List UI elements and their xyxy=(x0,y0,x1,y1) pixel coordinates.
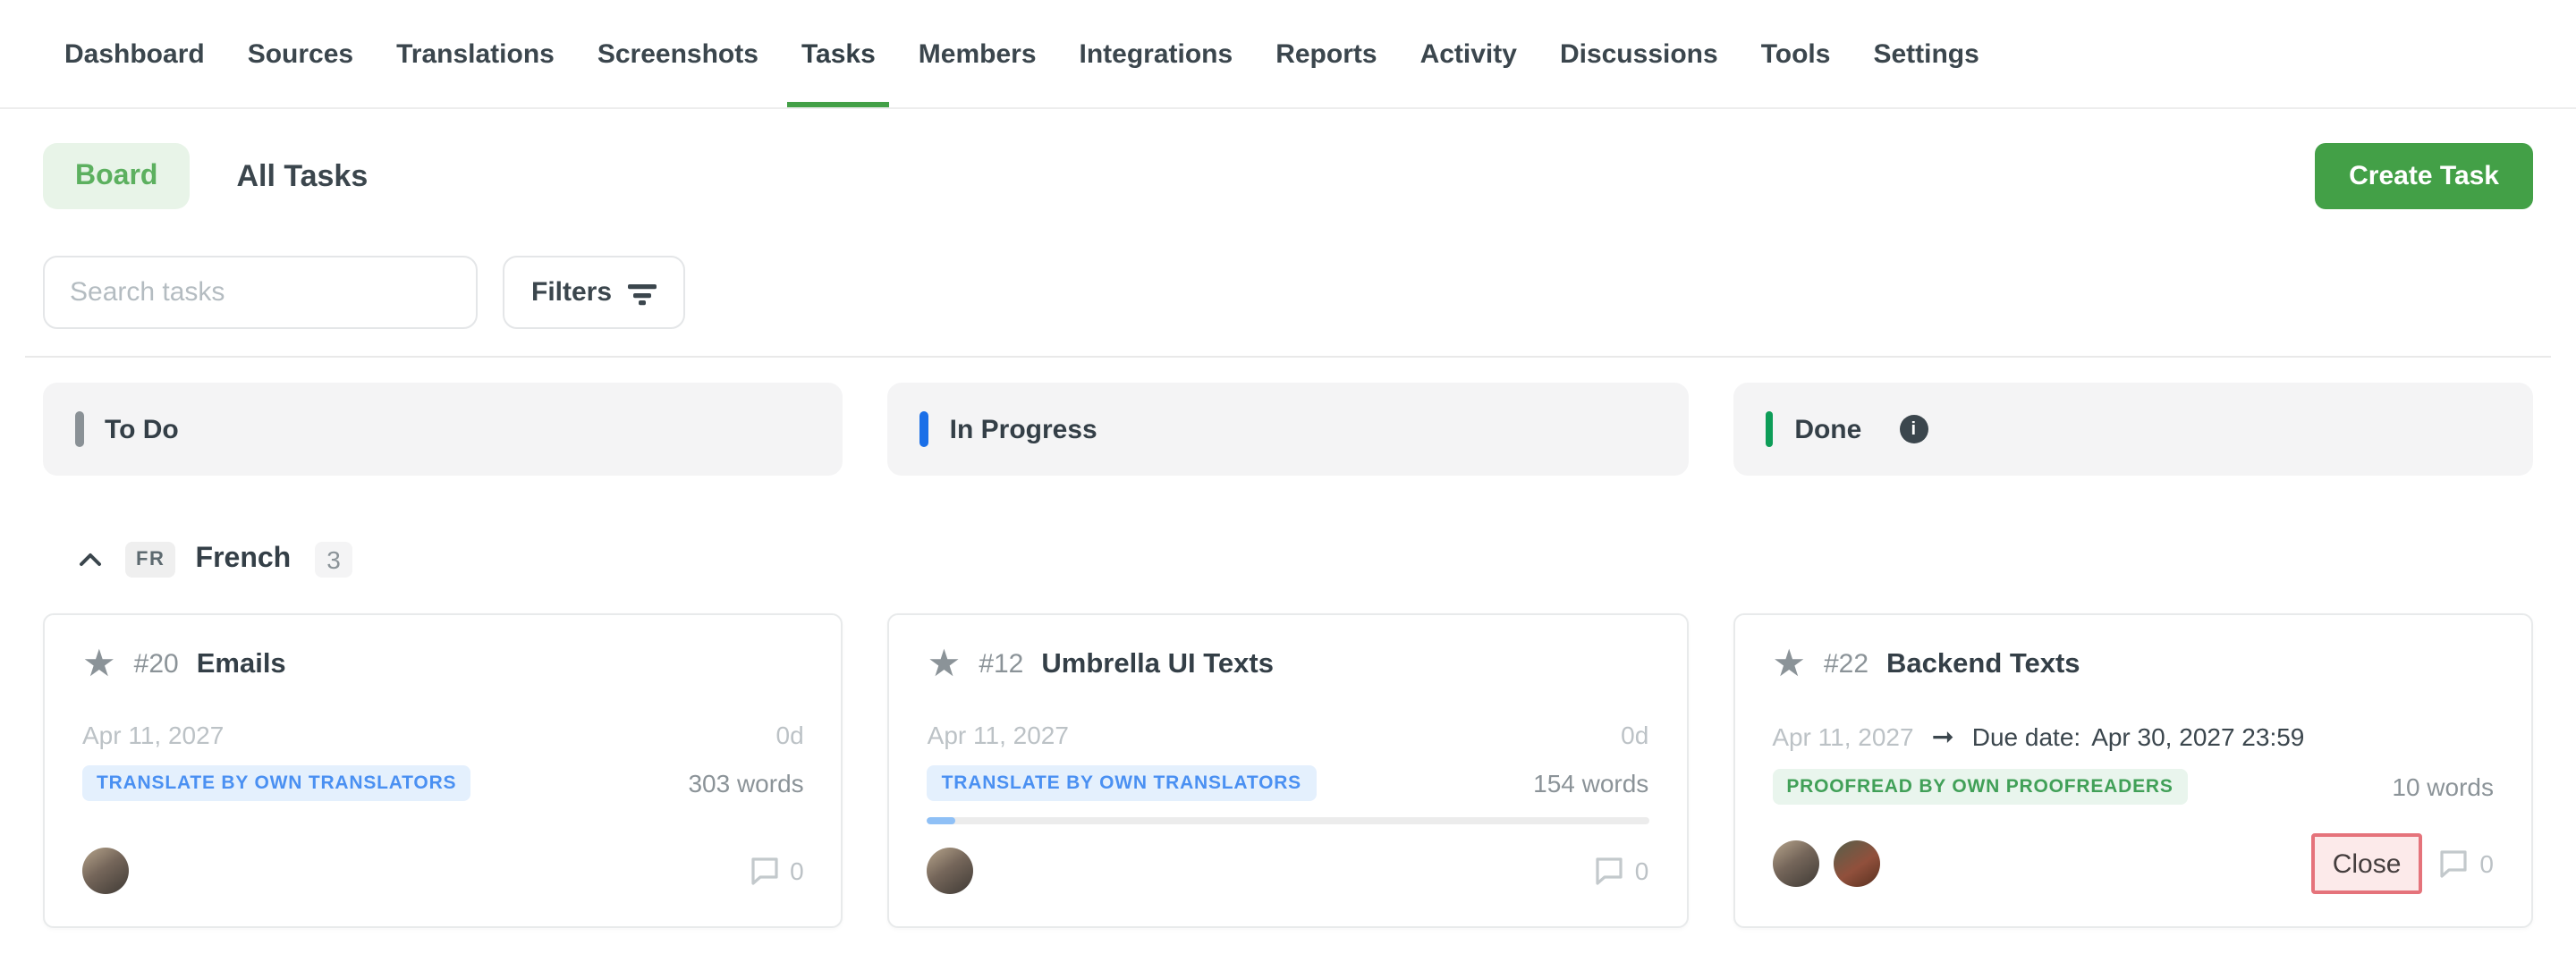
tab-tasks[interactable]: Tasks xyxy=(801,0,876,107)
assignee-avatars xyxy=(82,848,129,894)
progress-bar xyxy=(928,817,1649,824)
due-date-label: Due date: xyxy=(1972,722,2080,751)
task-title[interactable]: Emails xyxy=(197,648,286,680)
card-tag-row: TRANSLATE BY OWN TRANSLATORS 154 words xyxy=(928,765,1649,801)
task-id: #20 xyxy=(134,649,179,679)
column-in-progress: In Progress xyxy=(888,383,1689,476)
tab-integrations[interactable]: Integrations xyxy=(1080,0,1233,107)
filters-button[interactable]: Filters xyxy=(503,256,685,329)
section-divider xyxy=(25,356,2551,358)
assignee-avatar[interactable] xyxy=(1833,840,1879,887)
comment-bubble-icon xyxy=(2438,849,2469,878)
word-count: 154 words xyxy=(1533,769,1648,798)
done-color-bar xyxy=(1765,411,1773,447)
tab-discussions[interactable]: Discussions xyxy=(1560,0,1718,107)
tab-translations[interactable]: Translations xyxy=(396,0,555,107)
due-date-value: Apr 30, 2027 23:59 xyxy=(2091,722,2304,751)
all-tasks-view-toggle[interactable]: All Tasks xyxy=(236,158,368,194)
card-footer: Close 0 xyxy=(1772,833,2494,894)
comment-count: 0 xyxy=(790,857,804,885)
comment-bubble-icon xyxy=(1594,857,1624,885)
assignee-avatar[interactable] xyxy=(82,848,129,894)
card-tag-row: PROOFREAD BY OWN PROOFREADERS 10 words xyxy=(1772,769,2494,805)
comments-control[interactable]: 0 xyxy=(749,857,804,885)
card-date-row: Apr 11, 2027 0d xyxy=(82,721,804,749)
task-id: #12 xyxy=(979,649,1023,679)
task-type-badge: PROOFREAD BY OWN PROOFREADERS xyxy=(1772,769,2187,805)
star-icon[interactable]: ★ xyxy=(82,646,116,683)
column-headers: To Do In Progress Done i xyxy=(43,383,2533,476)
task-title[interactable]: Umbrella UI Texts xyxy=(1041,648,1274,680)
in-progress-color-bar xyxy=(920,411,928,447)
start-date: Apr 11, 2027 xyxy=(1772,722,1913,751)
start-date: Apr 11, 2027 xyxy=(82,721,224,749)
comment-count: 0 xyxy=(1635,857,1649,885)
tab-activity[interactable]: Activity xyxy=(1420,0,1517,107)
tab-dashboard[interactable]: Dashboard xyxy=(64,0,205,107)
start-date: Apr 11, 2027 xyxy=(928,721,1069,749)
done-info-icon[interactable]: i xyxy=(1899,415,1928,443)
card-footer: 0 xyxy=(928,848,1649,894)
task-type-badge: TRANSLATE BY OWN TRANSLATORS xyxy=(928,765,1316,801)
language-name: French xyxy=(196,544,292,576)
tab-members[interactable]: Members xyxy=(919,0,1037,107)
duration: 0d xyxy=(1621,721,1648,749)
page: Dashboard Sources Translations Screenshots T… xyxy=(0,0,2576,979)
task-card-umbrella-ui-texts[interactable]: ★ #12 Umbrella UI Texts Apr 11, 2027 0d … xyxy=(888,613,1689,928)
card-title-row: ★ #20 Emails xyxy=(82,646,804,683)
create-task-button[interactable]: Create Task xyxy=(2315,143,2533,209)
card-footer: 0 xyxy=(82,848,804,894)
task-card-backend-texts[interactable]: ★ #22 Backend Texts Apr 11, 2027 ➞ Due d… xyxy=(1733,613,2533,928)
todo-color-bar xyxy=(75,411,83,447)
board-view-toggle[interactable]: Board xyxy=(43,143,190,209)
tab-tools[interactable]: Tools xyxy=(1761,0,1831,107)
column-todo: To Do xyxy=(43,383,843,476)
filters-label: Filters xyxy=(531,277,612,308)
filter-icon xyxy=(628,280,657,305)
search-row: Filters xyxy=(43,256,2533,329)
todo-label: To Do xyxy=(105,414,179,444)
task-card-emails[interactable]: ★ #20 Emails Apr 11, 2027 0d TRANSLATE B… xyxy=(43,613,843,928)
card-date-row: Apr 11, 2027 0d xyxy=(928,721,1649,749)
word-count: 10 words xyxy=(2392,772,2494,801)
assignee-avatars xyxy=(1772,840,1879,887)
arrow-right-icon: ➞ xyxy=(1932,721,1954,753)
card-tag-row: TRANSLATE BY OWN TRANSLATORS 303 words xyxy=(82,765,804,801)
word-count: 303 words xyxy=(688,769,803,798)
comment-count: 0 xyxy=(2479,849,2494,878)
in-progress-label: In Progress xyxy=(950,414,1097,444)
assignee-avatar[interactable] xyxy=(1772,840,1818,887)
column-done: Done i xyxy=(1733,383,2533,476)
top-navigation: Dashboard Sources Translations Screenshots T… xyxy=(0,0,2576,109)
card-title-row: ★ #22 Backend Texts xyxy=(1772,646,2494,683)
language-group-row: FR French 3 xyxy=(43,542,2533,578)
assignee-avatar[interactable] xyxy=(928,848,974,894)
tab-settings[interactable]: Settings xyxy=(1873,0,1979,107)
search-input[interactable] xyxy=(43,256,478,329)
comments-control[interactable]: 0 xyxy=(1594,857,1649,885)
task-count-badge: 3 xyxy=(314,542,353,578)
language-code-badge: FR xyxy=(125,542,176,578)
task-id: #22 xyxy=(1824,649,1868,679)
card-title-row: ★ #12 Umbrella UI Texts xyxy=(928,646,1649,683)
collapse-chevron-up-icon[interactable] xyxy=(73,544,106,576)
tab-reports[interactable]: Reports xyxy=(1275,0,1377,107)
toolbar: Board All Tasks Create Task xyxy=(43,143,2533,209)
close-task-button-highlighted[interactable]: Close xyxy=(2311,833,2423,894)
comments-control[interactable]: 0 xyxy=(2438,849,2494,878)
duration: 0d xyxy=(776,721,804,749)
tab-sources[interactable]: Sources xyxy=(248,0,353,107)
star-icon[interactable]: ★ xyxy=(928,646,962,683)
card-date-row: Apr 11, 2027 ➞ Due date: Apr 30, 2027 23… xyxy=(1772,721,2494,753)
task-type-badge: TRANSLATE BY OWN TRANSLATORS xyxy=(82,765,470,801)
kanban-board: To Do In Progress Done i FR French 3 xyxy=(0,383,2576,928)
assignee-avatars xyxy=(928,848,974,894)
comment-bubble-icon xyxy=(749,857,779,885)
progress-bar-fill xyxy=(928,817,956,824)
task-title[interactable]: Backend Texts xyxy=(1886,648,2080,680)
task-cards-row: ★ #20 Emails Apr 11, 2027 0d TRANSLATE B… xyxy=(43,613,2533,928)
done-label: Done xyxy=(1794,414,1861,444)
star-icon[interactable]: ★ xyxy=(1772,646,1806,683)
tab-screenshots[interactable]: Screenshots xyxy=(597,0,758,107)
